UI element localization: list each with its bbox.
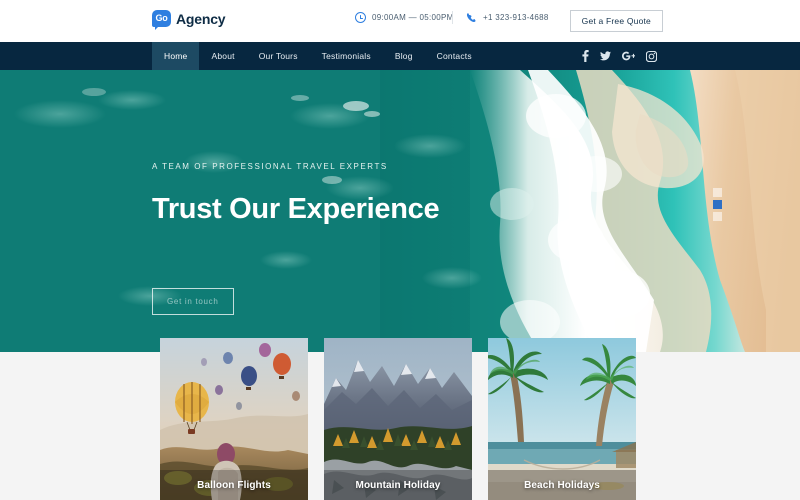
logo-badge-text: Go <box>155 13 168 23</box>
tour-card-title: Beach Holidays <box>524 480 600 491</box>
nav-item-our-tours[interactable]: Our Tours <box>247 42 310 70</box>
slider-pagination <box>713 188 722 221</box>
mountain-holiday-image <box>324 338 472 500</box>
facebook-icon[interactable] <box>582 50 589 62</box>
hero-text-block: A TEAM OF PROFESSIONAL TRAVEL EXPERTS Tr… <box>152 162 440 225</box>
landing-page: Go Agency 09:00AM — 05:00PM +1 323-913-4… <box>0 0 800 500</box>
twitter-icon[interactable] <box>600 51 611 61</box>
site-logo[interactable]: Go Agency <box>152 10 226 30</box>
hero-slider: A TEAM OF PROFESSIONAL TRAVEL EXPERTS Tr… <box>0 70 800 352</box>
topbar-divider <box>452 11 453 24</box>
top-bar: Go Agency 09:00AM — 05:00PM +1 323-913-4… <box>0 0 800 42</box>
logo-bubble-icon: Go <box>152 10 171 30</box>
hero-title: Trust Our Experience <box>152 193 440 225</box>
nav-item-about[interactable]: About <box>199 42 246 70</box>
nav-item-testimonials[interactable]: Testimonials <box>310 42 383 70</box>
slider-dot-2[interactable] <box>713 200 722 209</box>
phone-number-text: +1 323-913-4688 <box>483 13 549 22</box>
tour-card-beach-holidays[interactable]: Beach Holidays <box>488 338 636 500</box>
tour-card-mountain-holiday[interactable]: Mountain Holiday <box>324 338 472 500</box>
business-hours-text: 09:00AM — 05:00PM <box>372 13 454 22</box>
beach-holidays-image <box>488 338 636 500</box>
main-navigation: Home About Our Tours Testimonials Blog C… <box>0 42 800 70</box>
tour-category-cards: Balloon Flights Mountain Holiday Beach H… <box>160 338 650 500</box>
instagram-icon[interactable] <box>646 50 657 62</box>
balloon-flights-image <box>160 338 308 500</box>
nav-item-contacts[interactable]: Contacts <box>425 42 484 70</box>
nav-item-home[interactable]: Home <box>152 42 200 70</box>
nav-item-blog[interactable]: Blog <box>383 42 425 70</box>
social-links <box>582 42 657 70</box>
logo-name: Agency <box>176 10 226 27</box>
tour-card-balloon-flights[interactable]: Balloon Flights <box>160 338 308 500</box>
slider-dot-1[interactable] <box>713 188 722 197</box>
slider-dot-3[interactable] <box>713 212 722 221</box>
tour-card-title: Balloon Flights <box>197 480 271 491</box>
nav-items: Home About Our Tours Testimonials Blog C… <box>152 42 484 70</box>
tour-card-title: Mountain Holiday <box>355 480 441 491</box>
get-free-quote-button[interactable]: Get a Free Quote <box>569 10 663 32</box>
phone-contact[interactable]: +1 323-913-4688 <box>466 12 549 23</box>
phone-icon <box>466 13 476 22</box>
clock-icon <box>355 12 366 23</box>
google-plus-icon[interactable] <box>622 51 635 61</box>
hero-get-in-touch-button[interactable]: Get in touch <box>152 288 234 315</box>
hero-subtitle: A TEAM OF PROFESSIONAL TRAVEL EXPERTS <box>152 162 388 171</box>
business-hours: 09:00AM — 05:00PM <box>355 12 454 23</box>
